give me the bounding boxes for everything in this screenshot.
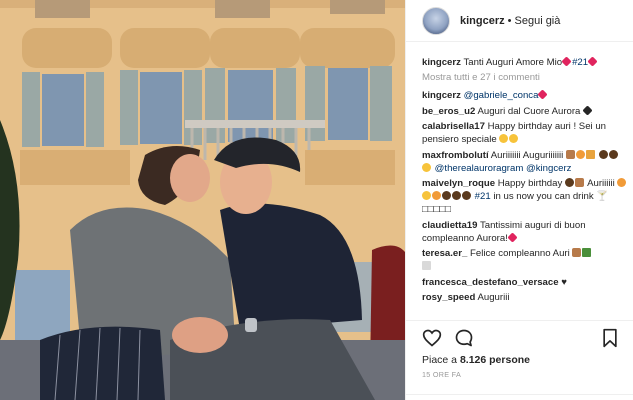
bookmark-icon[interactable] xyxy=(600,328,620,348)
comment-hashtag[interactable]: #21 xyxy=(475,191,491,202)
comment-item: francesca_destefano_versace ♥ xyxy=(422,276,628,289)
comments-list: kingcerz Tanti Auguri Amore Mio #21 Mostr… xyxy=(422,56,628,307)
face-emoji-icon xyxy=(617,178,627,187)
ghost-emoji-icon xyxy=(422,261,431,270)
add-comment-area[interactable] xyxy=(406,394,633,400)
pie-emoji-icon xyxy=(575,149,585,159)
gift-emoji-icon xyxy=(585,149,595,159)
likes-number[interactable]: 8.126 persone xyxy=(460,354,530,366)
comment-username[interactable]: francesca_destefano_versace xyxy=(422,277,559,288)
comment-icon[interactable] xyxy=(454,328,474,348)
comment-mention[interactable]: @gabriele_conca xyxy=(464,90,539,101)
heart-icon[interactable] xyxy=(422,328,442,348)
comment-text: ♥ xyxy=(561,276,567,288)
avatar[interactable] xyxy=(422,6,450,35)
post-header: kingcerz • Segui già xyxy=(406,0,633,42)
party-emoji-icon xyxy=(608,149,618,159)
comment-item: be_eros_u2 Auguri dal Cuore Aurora xyxy=(422,104,628,118)
face-emoji-icon xyxy=(432,191,441,200)
comment-text: Auguri dal Cuore Aurora xyxy=(477,105,581,117)
header-separator: • xyxy=(507,14,512,27)
caption-text: Tanti Auguri Amore Mio xyxy=(463,57,563,68)
comment-item: maxfrombolutí Auriiiiiii Auguriiiiiii @t… xyxy=(422,149,628,175)
bottle-emoji-icon xyxy=(582,248,592,257)
follow-status-button[interactable]: Segui già xyxy=(515,15,561,27)
photo-illustration xyxy=(0,0,405,400)
cake-emoji-icon xyxy=(572,248,582,257)
heart-eyes-emoji-icon xyxy=(499,134,509,143)
heart-emoji-icon xyxy=(561,56,572,67)
cake-emoji-icon xyxy=(574,178,584,187)
caption: kingcerz Tanti Auguri Amore Mio #21 xyxy=(422,56,628,69)
heart-emoji-icon xyxy=(587,56,598,67)
comment-text: Auguriii xyxy=(477,292,510,303)
comment-text: Auriiiiiii Auguriiiiiii xyxy=(490,149,564,161)
post-actions: Piace a 8.126 persone 15 ORE FA xyxy=(406,320,633,400)
party-emoji-icon xyxy=(462,191,471,200)
comment-text-2: Auriiiiii xyxy=(587,178,615,189)
party-emoji-icon xyxy=(564,178,574,187)
heart-emoji-icon xyxy=(537,89,549,100)
face-emoji-icon xyxy=(422,191,431,200)
header-username[interactable]: kingcerz xyxy=(460,15,505,27)
party-emoji-icon xyxy=(452,191,461,200)
comment-username[interactable]: maxfrombolutí xyxy=(422,150,489,161)
smile-emoji-icon xyxy=(422,162,431,172)
comment-item: maivelyn_roque Happy birthday Auriiiiii … xyxy=(422,177,628,216)
comment-item: claudietta19 Tantissimi auguri di buon c… xyxy=(422,219,628,245)
cake-emoji-icon xyxy=(565,149,575,159)
comment-username[interactable]: teresa.er_ xyxy=(422,248,467,259)
comment-username[interactable]: kingcerz xyxy=(422,90,461,101)
comment-username[interactable]: maivelyn_roque xyxy=(422,178,495,189)
comment-username[interactable]: claudietta19 xyxy=(422,220,477,231)
likes-prefix: Piace a xyxy=(422,354,458,366)
post-timestamp: 15 ORE FA xyxy=(422,370,462,379)
comment-item: teresa.er_ Felice compleanno Auri xyxy=(422,247,628,273)
caption-hashtag[interactable]: #21 xyxy=(572,57,588,68)
comment-text: Felice compleanno Auri xyxy=(470,248,570,259)
action-icons xyxy=(420,328,620,350)
party-emoji-icon xyxy=(442,191,451,200)
caption-username[interactable]: kingcerz xyxy=(422,57,461,68)
party-emoji-icon xyxy=(598,149,608,159)
comment-username[interactable]: be_eros_u2 xyxy=(422,106,475,117)
show-all-comments-link[interactable]: Mostra tutti e 27 i commenti xyxy=(422,72,628,83)
comment-text: Happy birthday xyxy=(497,178,563,189)
post-sidebar: kingcerz • Segui già kingcerz Tanti Augu… xyxy=(405,0,633,400)
comment-username[interactable]: calabrisella17 xyxy=(422,121,485,132)
comment-item: kingcerz @gabriele_conca xyxy=(422,89,628,102)
comment-username[interactable]: rosy_speed xyxy=(422,292,475,303)
heart-emoji-icon xyxy=(507,231,518,243)
comment-item: calabrisella17 Happy birthday auri ! Sei… xyxy=(422,120,628,146)
comment-text-3: in us now you can drink xyxy=(493,191,594,202)
comment-mentions[interactable]: @therealauroragram @kingcerz xyxy=(435,163,572,174)
kiss-emoji-icon xyxy=(509,134,519,143)
comment-item: rosy_speed Auguriii xyxy=(422,291,628,304)
likes-count[interactable]: Piace a 8.126 persone xyxy=(422,354,530,366)
black-heart-emoji-icon xyxy=(582,104,593,116)
post-photo[interactable] xyxy=(0,0,405,400)
